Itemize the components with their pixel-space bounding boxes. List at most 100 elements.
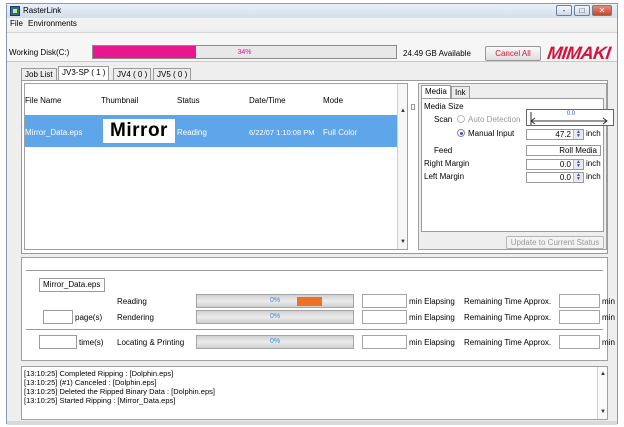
rendering-progress-bar: 0% [196, 310, 354, 324]
log-panel: [13:10:25] Completed Ripping : [Dolphin.… [21, 366, 608, 420]
tab-media[interactable]: Media [421, 85, 451, 98]
rasterlink-app-icon [10, 6, 20, 16]
printing-label: Locating & Printing [117, 338, 185, 347]
unit-label: inch [586, 172, 601, 181]
printing-min-label: min [602, 338, 615, 347]
printing-elapsed-field [362, 335, 407, 349]
printing-remaining-field [559, 335, 600, 349]
printing-percent: 0% [269, 338, 281, 345]
cancel-all-button[interactable]: Cancel All [485, 46, 541, 61]
cell-status: Reading [177, 128, 207, 137]
cell-mode: Full Color [323, 128, 358, 137]
page-count-field [43, 310, 73, 324]
rendering-remaining-label: Remaining Time Approx. [464, 313, 552, 322]
spin-arrows-icon[interactable]: ▲ ▼ [573, 130, 583, 139]
app-window: RasterLink - □ ✕ File Environments Worki… [6, 3, 618, 425]
close-button[interactable]: ✕ [592, 5, 612, 16]
column-datetime[interactable]: Date/Time [249, 96, 286, 105]
scroll-up-icon[interactable]: ▲ [599, 371, 607, 377]
tab-ink[interactable]: Ink [451, 86, 470, 98]
divider [26, 329, 603, 330]
scroll-down-icon[interactable]: ▼ [599, 409, 607, 415]
tab-job-list[interactable]: Job List [21, 68, 57, 80]
feed-label: Feed [434, 146, 453, 155]
rendering-elapsing-label: min Elapsing [409, 313, 455, 322]
disk-available-text: 24.49 GB Available [403, 49, 471, 58]
log-line: [13:10:25] (#1) Canceled : [Dolphin.eps] [24, 378, 157, 387]
current-file-name: Mirror_Data.eps [39, 278, 105, 292]
auto-detection-label: Auto Detection [468, 115, 521, 124]
rendering-min-label: min [602, 313, 615, 322]
spin-arrows-icon[interactable]: ▲ ▼ [573, 160, 583, 169]
job-thumbnail: Mirror [103, 119, 175, 143]
column-status[interactable]: Status [177, 96, 200, 105]
reading-elapsing-label: min Elapsing [409, 297, 455, 306]
scan-width-value: 47.2 [555, 130, 571, 139]
status-bar [7, 421, 617, 425]
scan-width-stepper[interactable]: 47.2 ▲ ▼ [526, 129, 584, 140]
window-title: RasterLink [23, 6, 62, 15]
tab-jv4[interactable]: JV4 ( 0 ) [113, 68, 152, 80]
minimize-button[interactable]: - [556, 5, 572, 16]
media-size-group: Media Size Scan Auto Detection 0.0 Manua… [421, 98, 614, 232]
reading-remaining-label: Remaining Time Approx. [464, 297, 552, 306]
printing-remaining-label: Remaining Time Approx. [464, 338, 552, 347]
printing-progress-bar: 0% [196, 335, 354, 349]
manual-input-radio[interactable] [457, 129, 465, 137]
auto-detection-radio[interactable] [457, 115, 465, 123]
tab-jv5[interactable]: JV5 ( 0 ) [153, 68, 192, 80]
left-margin-value: 0.0 [559, 173, 571, 182]
pane-splitter[interactable] [410, 91, 416, 246]
disk-usage-percent: 34% [237, 49, 252, 56]
feed-field[interactable]: Roll Media [526, 145, 601, 156]
reading-percent: 0% [269, 297, 281, 304]
right-margin-stepper[interactable]: 0.0 ▲ ▼ [526, 159, 584, 170]
media-size-label: Media Size [424, 102, 464, 111]
title-bar: RasterLink - □ ✕ [7, 4, 617, 18]
log-line: [13:10:25] Deleted the Ripped Binary Dat… [24, 387, 215, 396]
table-row[interactable]: Mirror_Data.eps Mirror Reading 6/22/07 1… [25, 115, 398, 147]
working-disk-label: Working Disk(C:) [9, 48, 70, 57]
reading-progress-bar: 0% [196, 294, 354, 308]
job-list-scrollbar[interactable]: ▲ ▼ [397, 84, 407, 249]
svg-text:MIMAKI: MIMAKI [547, 43, 613, 63]
left-margin-label: Left Margin [424, 172, 465, 181]
column-file-name[interactable]: File Name [25, 96, 61, 105]
scan-width-gauge: 0.0 [526, 109, 614, 126]
rendering-percent: 0% [269, 313, 281, 320]
scroll-down-icon[interactable]: ▼ [399, 239, 407, 245]
cell-file-name: Mirror_Data.eps [25, 128, 83, 137]
job-list-table: File Name Thumbnail Status Date/Time Mod… [24, 83, 408, 250]
menu-file[interactable]: File [10, 19, 23, 28]
column-thumbnail[interactable]: Thumbnail [101, 96, 138, 105]
unit-label: inch [586, 159, 601, 168]
update-to-current-status-button[interactable]: Update to Current Status [506, 236, 604, 249]
reading-label: Reading [117, 297, 147, 306]
time-label: time(s) [79, 338, 104, 347]
menu-environments[interactable]: Environments [28, 19, 77, 28]
manual-input-label: Manual Input [468, 129, 515, 138]
reading-min-label: min [602, 297, 615, 306]
disk-status-row: Working Disk(C:) 34% 24.49 GB Available … [7, 32, 617, 63]
reading-elapsed-field [362, 294, 407, 308]
media-settings-pane: Media Ink Media Size Scan Auto Detection… [418, 83, 614, 250]
unit-label: inch [586, 129, 601, 138]
log-scrollbar[interactable]: ▲ ▼ [597, 367, 607, 419]
rendering-label: Rendering [117, 313, 154, 322]
progress-panel: Mirror_Data.eps Reading 0% min Elapsing … [21, 257, 615, 361]
scroll-up-icon[interactable]: ▲ [399, 108, 407, 114]
disk-usage-bar: 34% [92, 45, 397, 59]
log-line: [13:10:25] Started Ripping : [Mirror_Dat… [24, 396, 176, 405]
tab-jv3-sp[interactable]: JV3-SP ( 1 ) [58, 66, 110, 80]
scan-gauge-value: 0.0 [566, 111, 576, 117]
left-margin-stepper[interactable]: 0.0 ▲ ▼ [526, 172, 584, 183]
divider [26, 270, 603, 271]
maximize-button[interactable]: □ [574, 5, 590, 16]
cell-datetime: 6/22/07 1:10:08 PM [249, 128, 315, 137]
spin-arrows-icon[interactable]: ▲ ▼ [573, 173, 583, 182]
menu-bar: File Environments [7, 18, 617, 30]
column-mode[interactable]: Mode [323, 96, 343, 105]
printing-elapsing-label: min Elapsing [409, 338, 455, 347]
splitter-grip-icon [411, 104, 415, 110]
right-margin-value: 0.0 [559, 160, 571, 169]
